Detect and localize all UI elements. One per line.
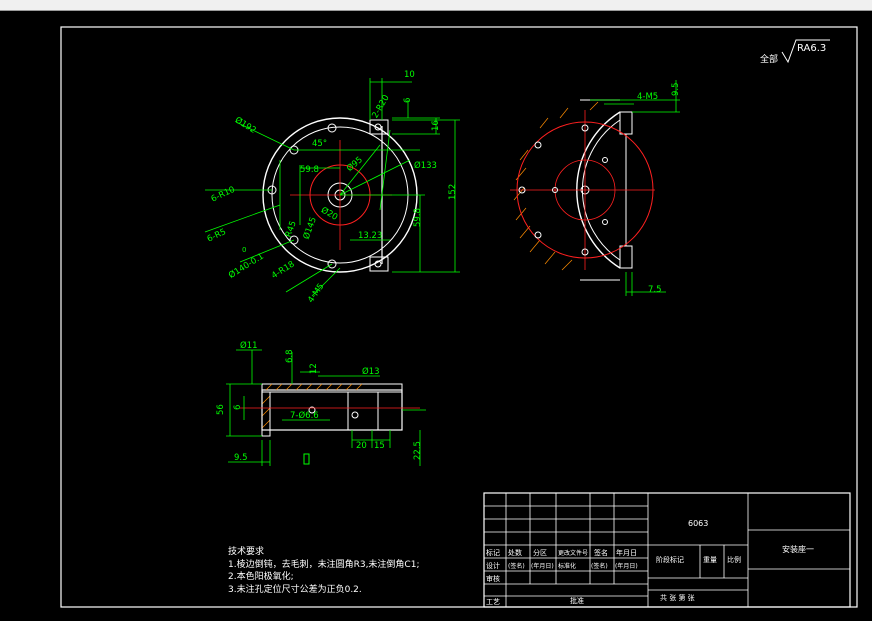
dim-10: 10: [404, 70, 415, 80]
section-view: Ø11 6.8 12 Ø13 56 6 7-Ø6.6 20 15 9.5 22.…: [216, 340, 426, 466]
tb-weight-label: 重量: [703, 556, 717, 564]
side-view: 4-M5 9.5 7.5: [510, 80, 681, 296]
dim-tol0: 0: [242, 246, 246, 254]
side-dim-4-m5: 4-M5: [637, 92, 658, 102]
tb-r1c2: 处数: [508, 548, 522, 557]
dim-16: 16: [431, 120, 441, 131]
technical-notes: 技术要求 1.棱边倒钝，去毛刺，未注圆角R3,未注倒角C1; 2.本色阳极氧化;…: [228, 546, 419, 596]
window-title-bar: [0, 0, 872, 11]
sec-dim-15: 15: [374, 441, 385, 451]
dim-r45: R45: [284, 220, 299, 239]
sec-dim-20: 20: [356, 441, 367, 451]
sec-dim-12: 12: [309, 363, 319, 374]
tb-r2c2: (签名): [508, 562, 525, 570]
tb-craft: 工艺: [486, 598, 500, 606]
notes-item-1: 1.棱边倒钝，去毛刺，未注圆角R3,未注倒角C1;: [228, 559, 420, 570]
tb-r1c3: 分区: [533, 548, 547, 557]
dim-dia140: Ø140-0.1: [226, 251, 265, 281]
tb-r2c3: (年月日): [531, 562, 554, 570]
dim-dia133: Ø133: [414, 160, 437, 171]
sec-dim-6: 6: [233, 405, 243, 410]
dim-2-r20: 2-R20: [370, 93, 391, 120]
notes-title: 技术要求: [228, 547, 265, 557]
dim-4-m5: 4-M5: [306, 282, 326, 305]
tb-r2c5: (签名): [591, 562, 608, 570]
dim-dia145: Ø145: [301, 216, 319, 241]
tb-material: 6063: [688, 519, 708, 528]
tb-mark-label: 阶段标记: [656, 555, 684, 564]
dim-6: 6: [403, 98, 413, 103]
tb-scale-label: 比例: [727, 555, 741, 564]
sec-dim-dia13: Ø13: [362, 366, 380, 377]
tb-r1c5: 签名: [594, 548, 608, 557]
dim-152: 152: [448, 184, 458, 200]
dim-59-8a: 59.8: [300, 165, 319, 175]
sec-dim-9-5: 9.5: [234, 453, 248, 463]
tb-r1c6: 年月日: [616, 548, 637, 557]
dim-6-r10: 6-R10: [210, 185, 237, 205]
notes-item-3: 3.未注孔定位尺寸公差为正负0.2.: [228, 584, 362, 595]
tb-r2c6: (年月日): [615, 562, 638, 570]
dim-4-r18: 4-R18: [270, 259, 297, 281]
sec-dim-holes: 7-Ø6.6: [290, 410, 319, 421]
tb-part-name: 安装座一: [782, 544, 814, 554]
dim-dia95: Ø95: [344, 154, 364, 174]
sec-dim-6-8: 6.8: [285, 349, 295, 363]
drawing-frame: [60, 26, 858, 608]
sec-dim-dia11: Ø11: [240, 340, 258, 351]
drawing-canvas: 全部 RA6.3 10 2-R20 6 16 152 Ø192 45° Ø133…: [60, 26, 858, 608]
sec-dim-56: 56: [216, 404, 226, 415]
tb-r2c4: 标准化: [558, 562, 576, 570]
dim-dia20: Ø20: [319, 205, 340, 223]
side-dim-9-5: 9.5: [671, 82, 681, 96]
dim-dia192: Ø192: [233, 114, 258, 135]
roughness-value: RA6.3: [797, 43, 826, 54]
dim-59-8b: 59.8: [413, 208, 423, 227]
tb-review: 审核: [486, 574, 500, 583]
tb-r1c1: 标记: [486, 548, 500, 557]
roughness-prefix: 全部: [760, 53, 778, 65]
notes-item-2: 2.本色阳极氧化;: [228, 572, 294, 582]
side-dim-7-5: 7.5: [648, 285, 662, 295]
dim-6-r5: 6-R5: [206, 227, 228, 244]
front-view: 10 2-R20 6 16 152 Ø192 45° Ø133 Ø95 59.8…: [204, 70, 460, 305]
roughness-symbol: 全部 RA6.3: [760, 39, 830, 65]
tb-sheet: 共 张 第 张: [660, 593, 695, 602]
tb-r1c4: 更改文件号: [558, 549, 588, 557]
dim-13-23: 13.23: [358, 231, 382, 241]
tb-approve: 批准: [570, 596, 584, 605]
sec-dim-22-5: 22.5: [413, 441, 423, 460]
dim-45deg: 45°: [312, 139, 327, 149]
tb-r2c1: 设计: [486, 561, 500, 570]
